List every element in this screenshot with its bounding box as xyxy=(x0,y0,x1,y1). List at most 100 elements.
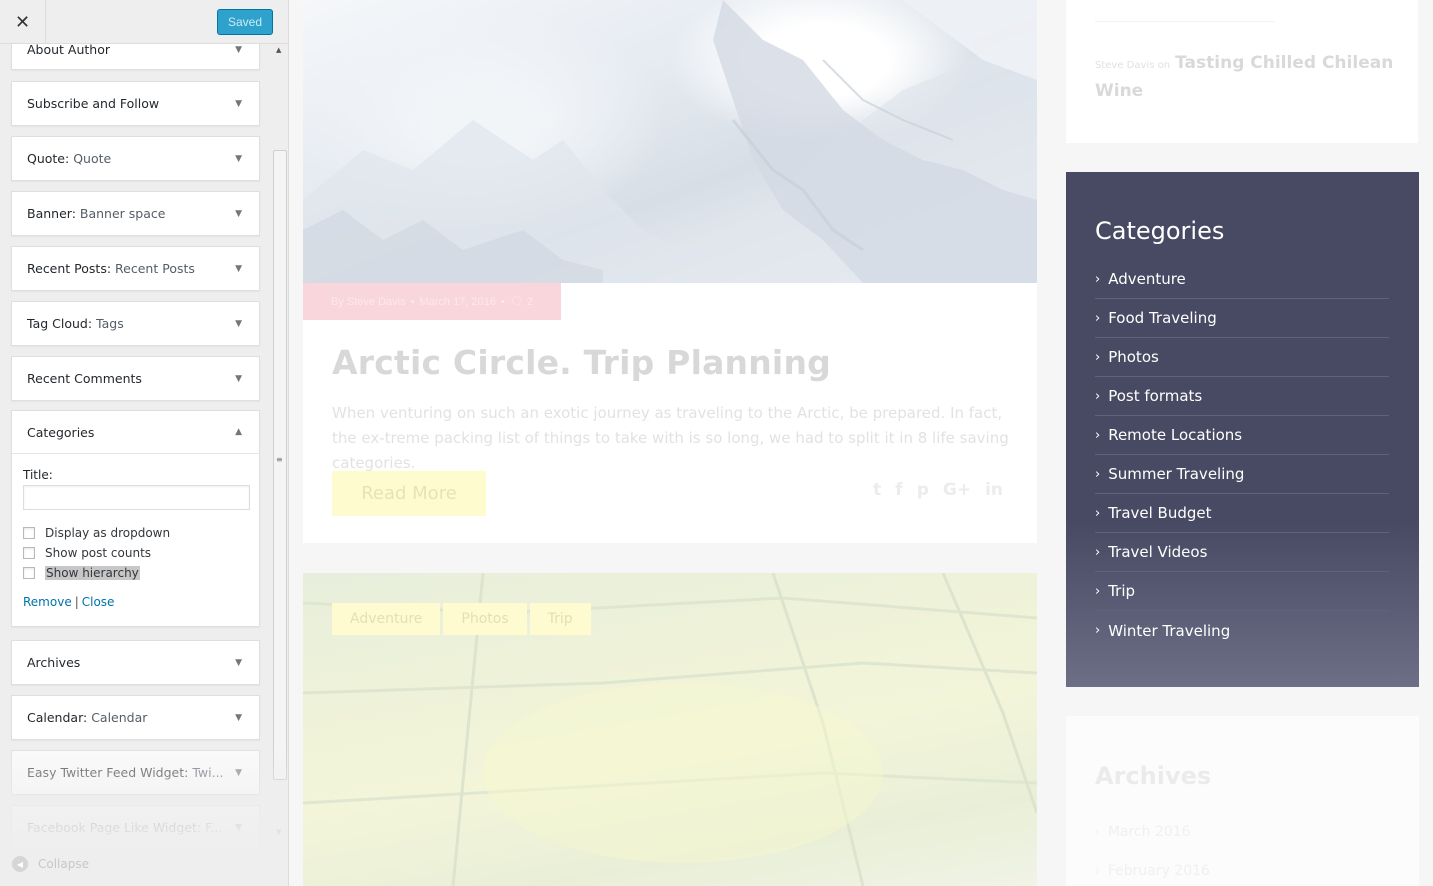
archive-label: March 2016 xyxy=(1107,823,1191,840)
categories-list: › Adventure › Food Traveling › Photos › Post… xyxy=(1095,260,1389,650)
comment-icon: 🗨 xyxy=(509,296,524,308)
widget-facebook-page-like[interactable]: Facebook Page Like Widget: F... ▼ xyxy=(11,805,260,850)
post-tags: Adventure Photos Trip xyxy=(332,603,591,635)
category-label: Food Traveling xyxy=(1108,309,1217,327)
widget-recent-comments[interactable]: Recent Comments ▼ xyxy=(11,356,260,401)
option-show-hierarchy[interactable]: Show hierarchy xyxy=(23,563,248,583)
tag-adventure[interactable]: Adventure xyxy=(332,603,441,635)
post-author[interactable]: By Steve Davis xyxy=(331,296,406,308)
close-link[interactable]: Close xyxy=(82,595,115,609)
chevron-up-icon: ▲ xyxy=(235,427,242,437)
post-card: By Steve Davis • March 17, 2016 • 🗨 2 Ar… xyxy=(303,0,1037,543)
widget-tag-cloud[interactable]: Tag Cloud: Tags ▼ xyxy=(11,301,260,346)
post-title[interactable]: Arctic Circle. Trip Planning xyxy=(332,343,831,382)
chevron-right-icon: › xyxy=(1095,583,1101,599)
pinterest-icon[interactable]: p xyxy=(917,480,929,500)
widget-subtitle: Quote xyxy=(73,151,112,166)
chevron-right-icon: › xyxy=(1095,505,1101,521)
widget-banner[interactable]: Banner: Banner space ▼ xyxy=(11,191,260,236)
widget-title: Recent Comments xyxy=(27,371,142,386)
recent-comments-widget: Steve Davis on Tasting Chilled Chilean W… xyxy=(1066,0,1418,143)
checkbox-label: Show hierarchy xyxy=(45,566,140,580)
category-item[interactable]: › Winter Traveling xyxy=(1095,611,1389,650)
category-label: Travel Videos xyxy=(1108,543,1208,561)
grip-icon: ≡ xyxy=(276,455,283,464)
remove-link[interactable]: Remove xyxy=(23,595,72,609)
scroll-down-arrow-icon[interactable]: ▼ xyxy=(276,828,281,836)
category-item[interactable]: › Travel Budget xyxy=(1095,494,1389,533)
widget-calendar[interactable]: Calendar: Calendar ▼ xyxy=(11,695,260,740)
linkedin-icon[interactable]: in xyxy=(985,480,1003,500)
widget-title: Banner: xyxy=(27,206,76,221)
post-featured-image[interactable] xyxy=(303,0,1037,283)
category-item[interactable]: › Travel Videos xyxy=(1095,533,1389,572)
widget-title: Archives xyxy=(27,655,81,670)
option-show-post-counts[interactable]: Show post counts xyxy=(23,543,248,563)
checkbox[interactable] xyxy=(23,567,35,579)
category-item[interactable]: › Adventure xyxy=(1095,260,1389,299)
scrollbar-thumb[interactable] xyxy=(273,150,287,780)
category-label: Photos xyxy=(1108,348,1159,366)
chevron-down-icon: ▼ xyxy=(235,657,242,668)
chevron-down-icon: ▼ xyxy=(235,373,242,384)
category-label: Trip xyxy=(1108,582,1136,600)
widget-subtitle: Tags xyxy=(96,316,124,331)
widget-easy-twitter-feed[interactable]: Easy Twitter Feed Widget: Twi... ▼ xyxy=(11,750,260,795)
post-card-2-image[interactable]: Adventure Photos Trip xyxy=(303,573,1037,886)
widget-subtitle: Banner space xyxy=(79,206,166,221)
category-item[interactable]: › Remote Locations xyxy=(1095,416,1389,455)
chevron-right-icon: › xyxy=(1095,623,1101,638)
widget-recent-posts[interactable]: Recent Posts: Recent Posts ▼ xyxy=(11,246,260,291)
saved-button[interactable]: Saved xyxy=(217,9,273,35)
widget-subtitle: Twi... xyxy=(192,765,224,780)
checkbox-label: Display as dropdown xyxy=(45,526,171,540)
chevron-right-icon: › xyxy=(1095,310,1101,326)
category-label: Travel Budget xyxy=(1108,504,1212,522)
facebook-icon[interactable]: f xyxy=(895,480,902,500)
checkbox-label: Show post counts xyxy=(45,546,152,560)
title-input[interactable] xyxy=(23,485,250,510)
close-button[interactable]: ✕ xyxy=(0,0,46,44)
chevron-right-icon: › xyxy=(1095,349,1101,365)
chevron-right-icon: › xyxy=(1095,466,1101,482)
comment-author[interactable]: Steve Davis on xyxy=(1095,60,1170,71)
google-plus-icon[interactable]: G+ xyxy=(943,480,971,500)
category-item[interactable]: › Summer Traveling xyxy=(1095,455,1389,494)
checkbox[interactable] xyxy=(23,547,35,559)
tag-trip[interactable]: Trip xyxy=(529,603,591,635)
scroll-up-arrow-icon[interactable]: ▲ xyxy=(276,46,281,54)
option-display-dropdown[interactable]: Display as dropdown xyxy=(23,523,248,543)
category-item[interactable]: › Post formats xyxy=(1095,377,1389,416)
post-excerpt: When venturing on such an exotic journey… xyxy=(332,404,1009,472)
tag-photos[interactable]: Photos xyxy=(443,603,527,635)
widget-quote[interactable]: Quote: Quote ▼ xyxy=(11,136,260,181)
archive-label: February 2016 xyxy=(1107,862,1210,879)
twitter-icon[interactable]: t xyxy=(873,480,881,500)
chevron-down-icon: ▼ xyxy=(235,208,242,219)
collapse-button[interactable]: ◀ Collapse xyxy=(12,856,89,872)
category-item[interactable]: › Trip xyxy=(1095,572,1389,611)
widget-subscribe-follow[interactable]: Subscribe and Follow ▼ xyxy=(11,81,260,126)
archive-item[interactable]: › February 2016 xyxy=(1095,851,1210,886)
widget-categories-form: Title: Display as dropdown Show post cou… xyxy=(12,454,259,609)
chevron-down-icon: ▼ xyxy=(235,153,242,164)
separator: | xyxy=(74,595,79,609)
widget-categories: Categories ▲ Title: Display as dropdown … xyxy=(11,410,260,627)
archive-item[interactable]: › March 2016 xyxy=(1095,812,1210,851)
checkbox[interactable] xyxy=(23,527,35,539)
widget-categories-header[interactable]: Categories ▲ xyxy=(12,411,259,454)
chevron-down-icon: ▼ xyxy=(235,263,242,274)
comment-count[interactable]: 2 xyxy=(527,296,533,308)
category-label: Summer Traveling xyxy=(1108,465,1245,483)
category-item[interactable]: › Food Traveling xyxy=(1095,299,1389,338)
category-label: Remote Locations xyxy=(1108,426,1243,444)
read-more-button[interactable]: Read More xyxy=(332,471,486,516)
post-date[interactable]: March 17, 2016 xyxy=(419,296,495,308)
chevron-down-icon: ▼ xyxy=(235,767,242,778)
widget-title: About Author xyxy=(27,42,111,57)
category-item[interactable]: › Photos xyxy=(1095,338,1389,377)
title-label: Title: xyxy=(23,468,53,482)
widget-subtitle: Recent Posts xyxy=(115,261,195,276)
widget-archives[interactable]: Archives ▼ xyxy=(11,640,260,685)
separator: • xyxy=(410,295,415,308)
